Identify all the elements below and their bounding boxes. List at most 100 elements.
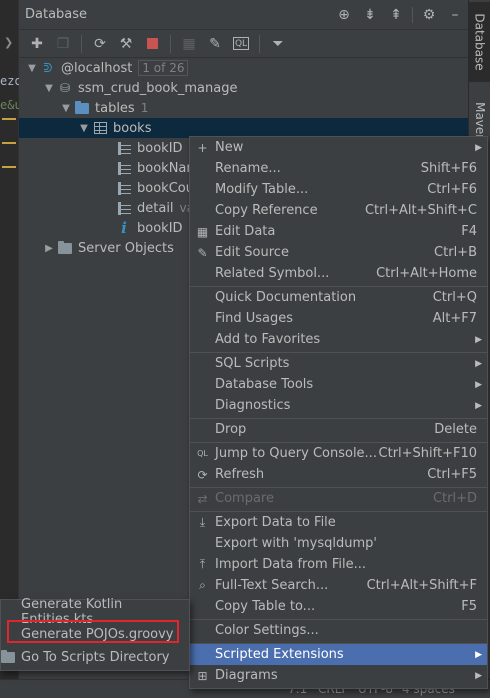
editor-code-fragment: ezo	[0, 74, 19, 88]
menu-item-full-text-search[interactable]: ⌕ Full-Text Search... Ctrl+Alt+Shift+F	[190, 575, 487, 596]
annotation-highlight-box	[7, 620, 179, 643]
menu-item-export-mysqldump[interactable]: Export with 'mysqldump'	[190, 533, 487, 554]
import-icon: ⤒	[199, 557, 206, 571]
folder-icon	[1, 650, 15, 667]
panel-title: Database	[25, 7, 88, 22]
toolbar-divider	[259, 34, 260, 53]
toolbar-divider	[170, 34, 171, 53]
column-icon	[115, 140, 133, 156]
menu-item-color-settings[interactable]: Color Settings...	[190, 620, 487, 641]
menu-item-import-data[interactable]: ⤒ Import Data from File...	[190, 554, 487, 575]
minimize-icon[interactable]: –	[442, 7, 468, 23]
filter-icon[interactable]: ⏷	[266, 33, 290, 55]
menu-item-related-symbol[interactable]: Related Symbol... Ctrl+Alt+Home	[190, 263, 487, 284]
panel-toolbar: ✚ ❐ ⟳ ⚒ ▦ ✎ QL ⏷	[19, 30, 468, 58]
submenu-arrow-icon: ▶	[475, 379, 482, 390]
menu-item-add-to-favorites[interactable]: Add to Favorites ▶	[190, 329, 487, 350]
fold-chevron-icon[interactable]: ❯	[4, 36, 13, 49]
schema-icon: ⛁	[59, 81, 71, 95]
change-marker	[2, 142, 16, 144]
column-icon	[115, 200, 133, 216]
tree-node-label: detail	[137, 200, 174, 216]
change-marker	[2, 118, 16, 120]
tree-node-host[interactable]: ▼ ᕲ @localhost 1 of 26	[19, 58, 468, 78]
menu-item-scripted-extensions[interactable]: Scripted Extensions ▶	[190, 644, 487, 665]
tree-node-label: tables	[95, 100, 135, 116]
tree-node-label: bookID	[137, 220, 183, 236]
column-icon	[115, 180, 133, 196]
menu-item-rename[interactable]: Rename... Shift+F6	[190, 158, 487, 179]
export-icon: ⤓	[199, 515, 206, 529]
editor-strip: ❯ ezo e&u	[0, 0, 19, 698]
menu-item-copy-reference[interactable]: Copy Reference Ctrl+Alt+Shift+C	[190, 200, 487, 221]
menu-item-drop[interactable]: Drop Delete	[190, 419, 487, 440]
table-icon	[91, 120, 109, 136]
submenu-arrow-icon: ▶	[475, 358, 482, 369]
index-icon: i	[121, 219, 127, 237]
submenu-arrow-icon: ▶	[475, 670, 482, 681]
gear-icon[interactable]: ⚙	[416, 7, 442, 23]
menu-item-diagnostics[interactable]: Diagnostics ▶	[190, 395, 487, 416]
menu-item-find-usages[interactable]: Find Usages Alt+F7	[190, 308, 487, 329]
menu-item-edit-data[interactable]: ▦ Edit Data F4	[190, 221, 487, 242]
tree-node-label: books	[113, 120, 152, 136]
mysql-dolphin-icon: ᕲ	[43, 60, 53, 75]
menu-item-modify-table[interactable]: Modify Table... Ctrl+F6	[190, 179, 487, 200]
chevron-down-icon[interactable]: ▼	[25, 63, 39, 74]
menu-item-quick-documentation[interactable]: Quick Documentation Ctrl+Q	[190, 287, 487, 308]
submenu-item-label: Go To Scripts Directory	[21, 649, 170, 665]
console-icon[interactable]: QL	[233, 37, 249, 50]
folder-icon	[56, 240, 74, 256]
expand-all-icon[interactable]: ⇟	[357, 7, 383, 23]
chevron-down-icon[interactable]: ▼	[59, 103, 73, 114]
pencil-icon: ✎	[197, 245, 208, 260]
search-icon: ⌕	[199, 578, 206, 592]
tree-node-tables-folder[interactable]: ▼ tables 1	[19, 98, 468, 118]
tree-node-label: Server Objects	[78, 240, 174, 256]
table-icon[interactable]: ▦	[177, 33, 201, 55]
chevron-right-icon[interactable]: ▶	[42, 243, 56, 254]
menu-item-export-data[interactable]: ⤓ Export Data to File	[190, 512, 487, 533]
menu-item-copy-table[interactable]: Copy Table to... F5	[190, 596, 487, 617]
tree-node-label: bookID	[137, 140, 183, 156]
stop-icon[interactable]	[140, 33, 164, 55]
menu-item-new[interactable]: + New ▶	[190, 137, 487, 158]
context-menu: + New ▶ Rename... Shift+F6 Modify Table.…	[189, 136, 488, 689]
tree-node-label: ssm_crud_book_manage	[78, 80, 238, 96]
submenu-arrow-icon: ▶	[475, 142, 482, 153]
chevron-down-icon[interactable]: ▼	[77, 123, 91, 134]
folder-icon	[73, 100, 91, 116]
properties-icon[interactable]: ⚒	[114, 33, 138, 55]
compare-icon: ⇄	[197, 491, 208, 506]
menu-item-edit-source[interactable]: ✎ Edit Source Ctrl+B	[190, 242, 487, 263]
header-divider	[412, 7, 413, 23]
menu-item-jump-to-query-console[interactable]: QL Jump to Query Console... Ctrl+Shift+F…	[190, 443, 487, 464]
panel-header: Database ⊕ ⇟ ⇞ ⚙ –	[19, 0, 468, 30]
submenu-arrow-icon: ▶	[475, 400, 482, 411]
crosshair-icon[interactable]: ⊕	[331, 7, 357, 23]
menu-item-sql-scripts[interactable]: SQL Scripts ▶	[190, 353, 487, 374]
change-marker	[2, 166, 16, 168]
menu-item-compare[interactable]: ⇄ Compare Ctrl+D	[190, 488, 487, 509]
edit-icon[interactable]: ✎	[203, 33, 227, 55]
diagram-icon: ⊞	[197, 668, 208, 683]
collapse-all-icon[interactable]: ⇞	[383, 7, 409, 23]
table-count-badge: 1	[140, 101, 149, 115]
chevron-down-icon[interactable]: ▼	[42, 83, 56, 94]
console-icon: QL	[197, 449, 208, 458]
editor-code-fragment: e&u	[0, 98, 19, 112]
menu-item-refresh[interactable]: ⟳ Refresh Ctrl+F5	[190, 464, 487, 485]
add-icon[interactable]: ✚	[25, 33, 49, 55]
submenu-arrow-icon: ▶	[475, 649, 482, 660]
copy-icon[interactable]: ❐	[51, 33, 75, 55]
table-icon: ▦	[196, 224, 209, 239]
tree-node-table[interactable]: ▼ books	[19, 118, 468, 138]
tool-tab-database[interactable]: Database	[469, 2, 490, 82]
submenu-item-go-to-scripts[interactable]: Go To Scripts Directory	[1, 646, 189, 668]
tree-node-database[interactable]: ▼ ⛁ ssm_crud_book_manage	[19, 78, 468, 98]
tree-node-label: @localhost	[61, 60, 133, 76]
refresh-icon[interactable]: ⟳	[88, 33, 112, 55]
menu-item-database-tools[interactable]: Database Tools ▶	[190, 374, 487, 395]
submenu-arrow-icon: ▶	[475, 334, 482, 345]
menu-item-diagrams[interactable]: ⊞ Diagrams ▶	[190, 665, 487, 686]
